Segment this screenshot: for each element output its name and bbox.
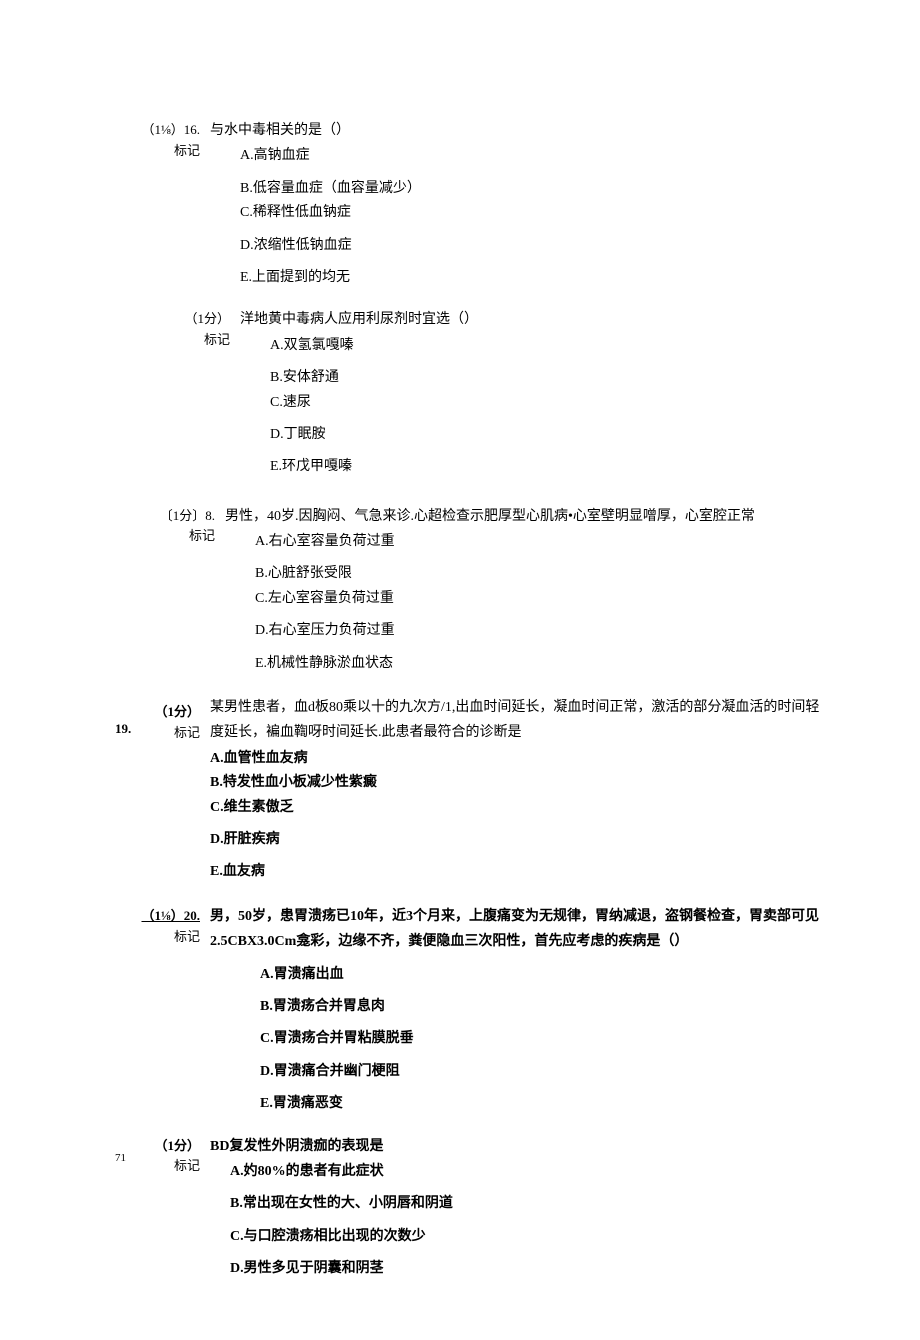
q18-meta: 〔1分〕8. 标记: [135, 506, 225, 548]
q21-meta: （1分） 标记: [120, 1136, 210, 1178]
q16-opt-d: D.浓缩性低钠血症: [240, 235, 880, 257]
q16-mark: 标记: [120, 141, 200, 162]
q19-mark: 标记: [120, 723, 200, 744]
q16-opt-a: A.高钠血症: [240, 145, 880, 167]
question-19: 19. （1分） 标记 某男性患者，血d板80乘以十的九次方/1,出血时间延长，…: [120, 697, 880, 886]
q21-opt-b: B.常出现在女性的大、小阴唇和阴道: [230, 1193, 880, 1215]
q20-score: （1⅛）20.: [120, 906, 200, 927]
q16-content: 与水中毒相关的是（） A.高钠血症 B.低容量血症（血容量减少） C.稀释性低血…: [210, 120, 880, 291]
q20-opt-c: C.胃溃疡合并胃粘膜脱垂: [260, 1028, 880, 1050]
q20-line1: 男，50岁，患胃溃疡已10年，近3个月来，上腹痛变为无规律，胃纳减退，盗钢餐检查…: [210, 906, 880, 928]
q19-opt-c: C.维生素傲乏: [210, 797, 880, 819]
q19-opt-e: E.血友病: [210, 861, 880, 883]
q18-opt-e: E.机械性静脉淤血状态: [255, 653, 880, 675]
q20-mark: 标记: [120, 927, 200, 948]
q17-question: 洋地黄中毒病人应用利尿剂时宜选（）: [240, 309, 880, 331]
q16-opt-c: C.稀释性低血钠症: [240, 202, 880, 224]
q21-question: BD复发性外阴溃痂的表现是: [210, 1136, 880, 1158]
q18-opt-d: D.右心室压力负荷过重: [255, 620, 880, 642]
q17-opt-c: C.速尿: [270, 392, 880, 414]
q18-opt-a: A.右心室容量负荷过重: [255, 531, 880, 553]
q17-opt-d: D.丁眠胺: [270, 424, 880, 446]
q17-meta: （1分） 标记: [150, 309, 240, 351]
q19-opt-a: A.血管性血友病: [210, 748, 880, 770]
q21-num: 71: [115, 1150, 126, 1168]
question-18: 〔1分〕8. 标记 男性，40岁.因胸闷、气急来诊.心超检查示肥厚型心肌病•心室…: [135, 506, 880, 677]
q16-opt-b: B.低容量血症（血容量减少）: [240, 178, 880, 200]
q17-mark: 标记: [150, 330, 230, 351]
q18-options: A.右心室容量负荷过重 B.心脏舒张受限 C.左心室容量负荷过重 D.右心室压力…: [225, 531, 880, 675]
q16-options: A.高钠血症 B.低容量血症（血容量减少） C.稀释性低血钠症 D.浓缩性低钠血…: [210, 145, 880, 289]
q21-content: BD复发性外阴溃痂的表现是 A.妁80%的患者有此症状 B.常出现在女性的大、小…: [210, 1136, 880, 1283]
q20-meta: （1⅛）20. 标记: [120, 906, 210, 948]
q16-opt-e: E.上面提到的均无: [240, 267, 880, 289]
q21-options: A.妁80%的患者有此症状 B.常出现在女性的大、小阴唇和阴道 C.与口腔溃疡相…: [210, 1161, 880, 1281]
q18-content: 男性，40岁.因胸闷、气急来诊.心超检查示肥厚型心肌病•心室壁明显噌厚，心室腔正…: [225, 506, 880, 677]
q21-mark: 标记: [120, 1156, 200, 1177]
q19-line1: 某男性患者，血d板80乘以十的九次方/1,出血时间延长，凝血时间正常，激活的部分…: [210, 697, 880, 719]
q20-options: A.胃溃痛出血 B.胃溃疡合并胃息肉 C.胃溃疡合并胃粘膜脱垂 D.胃溃痛合并幽…: [210, 964, 880, 1116]
q18-score: 〔1分〕8.: [135, 506, 215, 527]
q20-opt-a: A.胃溃痛出血: [260, 964, 880, 986]
q20-content: 男，50岁，患胃溃疡已10年，近3个月来，上腹痛变为无规律，胃纳减退，盗钢餐检查…: [210, 906, 880, 1118]
q20-opt-b: B.胃溃疡合并胃息肉: [260, 996, 880, 1018]
q19-score: （1分）: [120, 702, 200, 723]
q18-opt-b: B.心脏舒张受限: [255, 563, 880, 585]
q19-meta: （1分） 标记: [120, 697, 210, 744]
q19-options: A.血管性血友病 B.特发性血小板减少性紫癜 C.维生素傲乏 D.肝脏疾病 E.…: [210, 748, 880, 884]
q17-score: （1分）: [150, 309, 230, 330]
q19-content: 某男性患者，血d板80乘以十的九次方/1,出血时间延长，凝血时间正常，激活的部分…: [210, 697, 880, 886]
q19-line2: 度延长，褊血鞫呀时间延长.此患者最符合的诊断是: [210, 722, 880, 744]
q16-meta: （1⅛）16. 标记: [120, 120, 210, 162]
question-20: （1⅛）20. 标记 男，50岁，患胃溃疡已10年，近3个月来，上腹痛变为无规律…: [120, 906, 880, 1118]
q20-opt-d: D.胃溃痛合并幽门梗阻: [260, 1061, 880, 1083]
q17-opt-b: B.安体舒通: [270, 367, 880, 389]
q17-options: A.双氢氯嘎嗪 B.安体舒通 C.速尿 D.丁眠胺 E.环戊甲嘎嗪: [240, 335, 880, 479]
q18-mark: 标记: [135, 526, 215, 547]
q18-question: 男性，40岁.因胸闷、气急来诊.心超检查示肥厚型心肌病•心室壁明显噌厚，心室腔正…: [225, 506, 880, 528]
q21-opt-d: D.男性多见于阴囊和阴茎: [230, 1258, 880, 1280]
q20-line2: 2.5CBX3.0Cm龛彩，边缘不齐，粪便隐血三次阳性，首先应考虑的疾病是（）: [210, 931, 880, 953]
q16-question: 与水中毒相关的是（）: [210, 120, 880, 142]
q18-opt-c: C.左心室容量负荷过重: [255, 588, 880, 610]
q21-opt-c: C.与口腔溃疡相比出现的次数少: [230, 1226, 880, 1248]
q19-num: 19.: [115, 719, 131, 740]
q17-content: 洋地黄中毒病人应用利尿剂时宜选（） A.双氢氯嘎嗪 B.安体舒通 C.速尿 D.…: [240, 309, 880, 480]
question-17: （1分） 标记 洋地黄中毒病人应用利尿剂时宜选（） A.双氢氯嘎嗪 B.安体舒通…: [150, 309, 880, 480]
q19-opt-b: B.特发性血小板减少性紫癜: [210, 772, 880, 794]
q20-opt-e: E.胃溃痛恶变: [260, 1093, 880, 1115]
question-16: （1⅛）16. 标记 与水中毒相关的是（） A.高钠血症 B.低容量血症（血容量…: [120, 120, 880, 291]
q21-opt-a: A.妁80%的患者有此症状: [230, 1161, 880, 1183]
q19-opt-d: D.肝脏疾病: [210, 829, 880, 851]
q16-score: （1⅛）16.: [120, 120, 200, 141]
q21-score: （1分）: [120, 1136, 200, 1157]
q17-opt-e: E.环戊甲嘎嗪: [270, 456, 880, 478]
question-21: 71 （1分） 标记 BD复发性外阴溃痂的表现是 A.妁80%的患者有此症状 B…: [120, 1136, 880, 1283]
q17-opt-a: A.双氢氯嘎嗪: [270, 335, 880, 357]
